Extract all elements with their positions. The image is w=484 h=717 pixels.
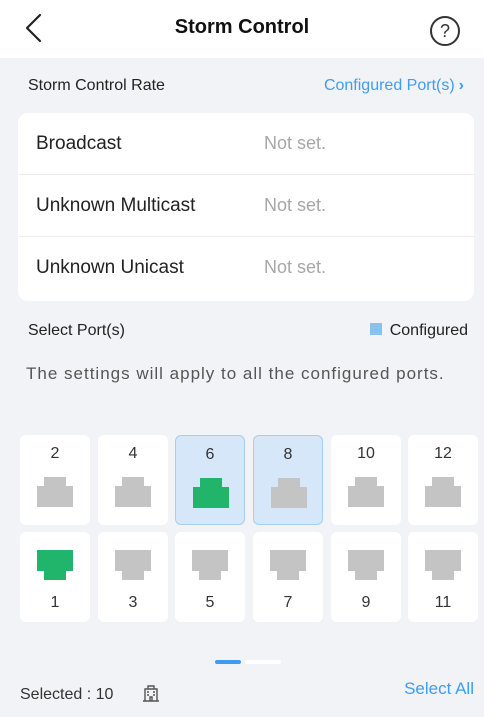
port-7[interactable]: 7 xyxy=(253,532,323,622)
page-indicator-inactive xyxy=(245,660,281,664)
rate-row-unknown-unicast[interactable]: Unknown Unicast Not set. xyxy=(18,237,474,299)
port-number: 8 xyxy=(283,446,293,463)
rate-value: Not set. xyxy=(264,133,327,153)
port-number: 10 xyxy=(357,445,375,462)
building-icon xyxy=(143,685,159,702)
port-8[interactable]: 8 xyxy=(253,435,323,525)
port-number: 12 xyxy=(434,445,452,462)
ethernet-port-icon xyxy=(348,550,384,580)
port-number: 2 xyxy=(50,445,60,462)
rate-value: Not set. xyxy=(264,257,327,277)
rate-row-unknown-multicast[interactable]: Unknown Multicast Not set. xyxy=(18,175,474,237)
port-number: 4 xyxy=(128,445,138,462)
ethernet-port-icon xyxy=(193,478,229,508)
rate-label: Broadcast xyxy=(36,133,122,154)
port-10[interactable]: 10 xyxy=(331,435,401,525)
chevron-right-icon: › xyxy=(458,77,464,94)
ethernet-port-icon xyxy=(348,477,384,507)
ethernet-port-icon xyxy=(271,478,307,508)
configured-legend-label: Configured xyxy=(389,322,468,339)
select-ports-heading: Select Port(s) xyxy=(28,322,125,339)
port-5[interactable]: 5 xyxy=(175,532,245,622)
ethernet-port-icon xyxy=(270,550,306,580)
port-number: 9 xyxy=(361,594,371,611)
ethernet-port-icon xyxy=(115,550,151,580)
ethernet-port-icon xyxy=(115,477,151,507)
port-11[interactable]: 11 xyxy=(408,532,478,622)
configured-legend: Configured xyxy=(369,322,468,340)
select-all-button[interactable]: Select All xyxy=(404,679,474,699)
top-bar: Storm Control ? xyxy=(0,0,484,58)
port-number: 1 xyxy=(50,594,60,611)
port-number: 6 xyxy=(205,446,215,463)
port-number: 5 xyxy=(205,594,215,611)
ethernet-port-icon xyxy=(37,550,73,580)
port-3[interactable]: 3 xyxy=(98,532,168,622)
rate-label: Unknown Unicast xyxy=(36,257,184,278)
help-icon[interactable]: ? xyxy=(430,16,460,46)
page-title: Storm Control xyxy=(174,16,310,38)
storm-rate-card: Broadcast Not set. Unknown Multicast Not… xyxy=(18,113,474,301)
port-4[interactable]: 4 xyxy=(98,435,168,525)
ethernet-port-icon xyxy=(37,477,73,507)
port-6[interactable]: 6 xyxy=(175,435,245,525)
configured-ports-link-label: Configured Port(s) xyxy=(323,77,455,94)
port-number: 3 xyxy=(128,594,138,611)
page-indicator-active xyxy=(215,660,241,664)
configured-swatch xyxy=(369,323,382,335)
rate-label: Unknown Multicast xyxy=(36,195,196,216)
page-indicator xyxy=(215,660,285,664)
rate-row-broadcast[interactable]: Broadcast Not set. xyxy=(18,113,474,175)
ethernet-port-icon xyxy=(425,477,461,507)
ethernet-port-icon xyxy=(192,550,228,580)
ethernet-port-icon xyxy=(425,550,461,580)
selected-count: Selected : 10 xyxy=(20,686,114,703)
rate-value: Not set. xyxy=(264,195,327,215)
port-2[interactable]: 2 xyxy=(20,435,90,525)
port-number: 7 xyxy=(283,594,293,611)
port-1[interactable]: 1 xyxy=(20,532,90,622)
storm-control-rate-heading: Storm Control Rate xyxy=(28,77,165,94)
port-number: 11 xyxy=(434,594,452,611)
port-9[interactable]: 9 xyxy=(331,532,401,622)
configured-ports-link[interactable]: Configured Port(s) › xyxy=(324,77,464,95)
port-12[interactable]: 12 xyxy=(408,435,478,525)
settings-note: The settings will apply to all the confi… xyxy=(26,364,445,383)
